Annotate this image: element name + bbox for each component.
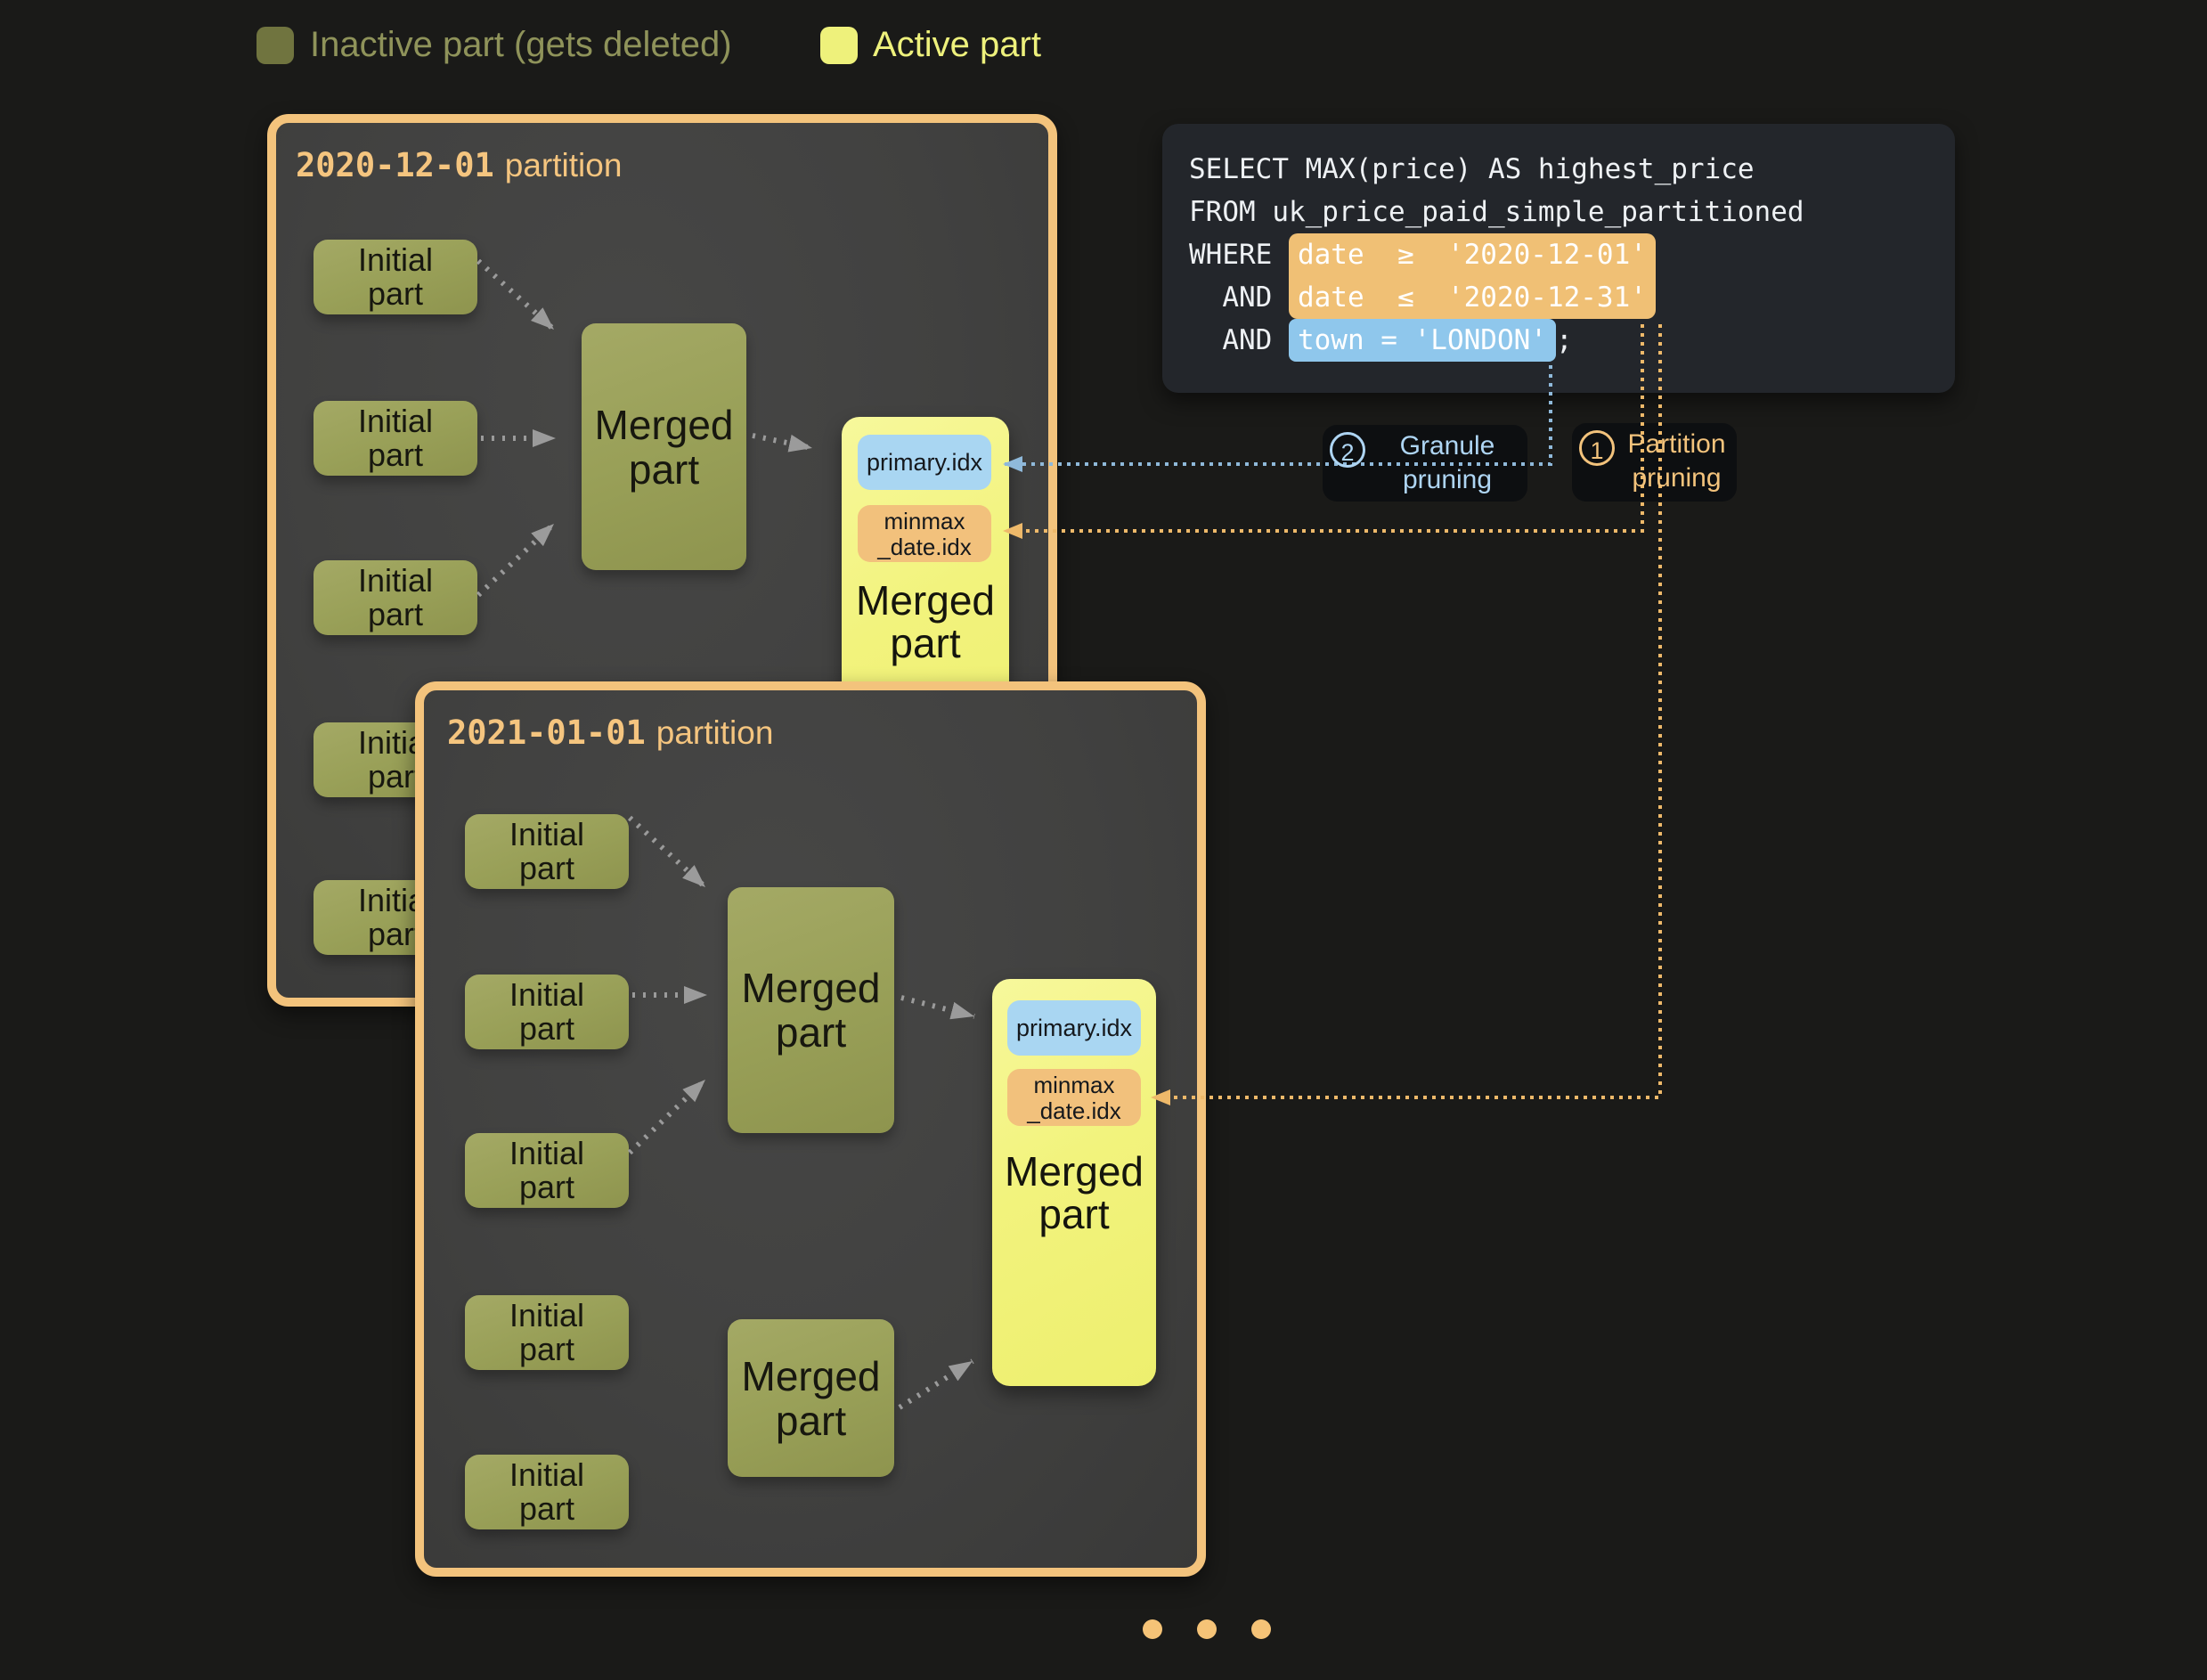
partition-2021-01-01: 2021-01-01 partition Initialpart Initialp… [415,681,1206,1577]
legend-active-swatch [820,27,858,64]
partition-suffix: partition [505,147,623,183]
partition-title: 2021-01-01 partition [447,714,773,752]
sql-line: SELECT MAX(price) AS highest_price [1189,148,1928,191]
partition-title: 2020-12-01 partition [296,146,622,184]
minmax-date-idx-chip: minmax _date.idx [1007,1069,1141,1126]
partition-date: 2020-12-01 [296,146,494,184]
initial-part: Initialpart [465,1295,629,1370]
sql-query-box: SELECT MAX(price) AS highest_price FROM … [1162,124,1955,393]
merged-part-label: Merged part [842,579,1009,665]
granule-pruning-badge: 2 Granule pruning [1323,425,1527,502]
carousel-dot-3[interactable] [1251,1619,1271,1639]
minmax-date-idx-chip: minmax _date.idx [858,505,991,562]
sql-line: AND date ≤ '2020-12-31' [1189,276,1928,319]
initial-part: Initialpart [314,401,477,476]
carousel-dot-1[interactable] [1143,1619,1162,1639]
merged-part-inactive: Mergedpart [728,1319,894,1477]
legend-inactive-swatch [257,27,294,64]
sql-line: FROM uk_price_paid_simple_partitioned [1189,191,1928,233]
step-2-circle-icon: 2 [1330,432,1365,468]
merged-part-inactive: Mergedpart [582,323,746,570]
carousel-dot-2[interactable] [1197,1619,1217,1639]
partition-pruning-diagram: Inactive part (gets deleted) Active part… [0,0,2207,1680]
initial-part: Initialpart [465,814,629,889]
step-1-circle-icon: 1 [1579,430,1615,466]
sql-line: AND town = 'LONDON'; [1189,319,1928,362]
date-filter-highlight: date ≥ '2020-12-01' [1289,233,1656,276]
partition-pruning-badge: 1 Partition pruning [1572,423,1737,502]
merged-part-label: Merged part [992,1150,1156,1236]
legend-inactive-label: Inactive part (gets deleted) [310,23,732,66]
initial-part: Initialpart [314,560,477,635]
partition-date: 2021-01-01 [447,714,646,752]
initial-part: Initialpart [465,1133,629,1208]
legend-active-label: Active part [873,23,1041,66]
merged-part-inactive: Mergedpart [728,887,894,1133]
primary-idx-chip: primary.idx [1007,1000,1141,1056]
initial-part: Initialpart [465,1455,629,1529]
initial-part: Initialpart [314,240,477,314]
date-filter-highlight: date ≤ '2020-12-31' [1289,276,1656,319]
carousel-dots [1143,1619,1271,1639]
merged-part-active: primary.idx minmax _date.idx Merged part [992,979,1156,1386]
sql-line: WHERE date ≥ '2020-12-01' [1189,233,1928,276]
primary-idx-chip: primary.idx [858,435,991,490]
initial-part: Initialpart [465,975,629,1049]
partition-suffix: partition [656,714,774,751]
town-filter-highlight: town = 'LONDON' [1289,319,1556,362]
